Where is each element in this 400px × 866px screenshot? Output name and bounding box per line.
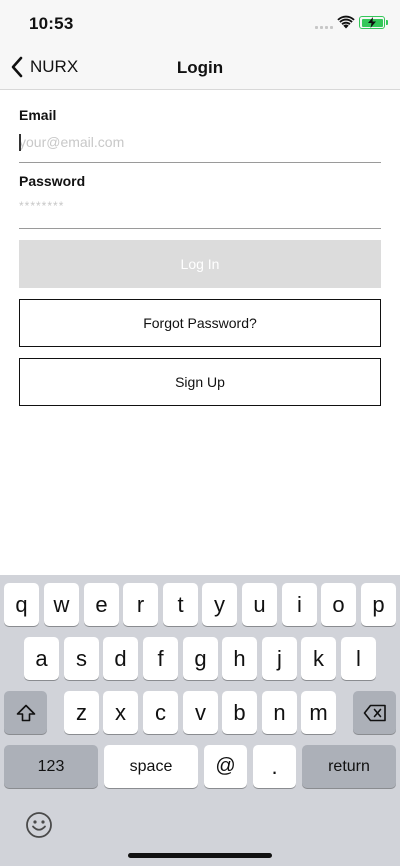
page-title: Login [176, 58, 224, 77]
home-indicator[interactable] [128, 853, 272, 858]
key-c[interactable]: c [143, 691, 178, 734]
key-h[interactable]: h [222, 637, 257, 680]
numbers-key[interactable]: 123 [4, 745, 98, 788]
key-l[interactable]: l [341, 637, 376, 680]
shift-key[interactable] [4, 691, 47, 734]
text-cursor [19, 134, 21, 151]
key-y[interactable]: y [202, 583, 237, 626]
password-label: Password [19, 173, 86, 189]
key-j[interactable]: j [262, 637, 297, 680]
space-key[interactable]: space [104, 745, 198, 788]
email-field[interactable] [19, 129, 381, 155]
key-g[interactable]: g [183, 637, 218, 680]
key-q[interactable]: q [4, 583, 39, 626]
key-n[interactable]: n [262, 691, 297, 734]
email-underline [19, 162, 381, 163]
cellular-signal-icon [315, 26, 333, 29]
status-bar: 10:53 [0, 0, 400, 44]
key-d[interactable]: d [103, 637, 138, 680]
key-r[interactable]: r [123, 583, 158, 626]
key-p[interactable]: p [361, 583, 396, 626]
email-label: Email [19, 107, 57, 123]
key-b[interactable]: b [222, 691, 257, 734]
key-k[interactable]: k [301, 637, 336, 680]
password-field[interactable] [19, 193, 381, 219]
backspace-icon [363, 704, 386, 721]
key-x[interactable]: x [103, 691, 138, 734]
key-o[interactable]: o [321, 583, 356, 626]
key-w[interactable]: w [44, 583, 79, 626]
key-a[interactable]: a [24, 637, 59, 680]
key-s[interactable]: s [64, 637, 99, 680]
password-underline [19, 228, 381, 229]
battery-charging-icon [359, 16, 388, 29]
on-screen-keyboard: q w e r t y u i o p a s d f g h j k l z … [0, 575, 400, 866]
key-t[interactable]: t [163, 583, 198, 626]
login-button[interactable]: Log In [19, 240, 381, 288]
key-v[interactable]: v [183, 691, 218, 734]
sign-up-button[interactable]: Sign Up [19, 358, 381, 406]
key-u[interactable]: u [242, 583, 277, 626]
key-e[interactable]: e [84, 583, 119, 626]
delete-key[interactable] [353, 691, 396, 734]
return-key[interactable]: return [302, 745, 396, 788]
key-i[interactable]: i [282, 583, 317, 626]
key-f[interactable]: f [143, 637, 178, 680]
period-key[interactable]: . [253, 745, 296, 788]
forgot-password-button[interactable]: Forgot Password? [19, 299, 381, 347]
status-time: 10:53 [29, 14, 74, 33]
key-m[interactable]: m [301, 691, 336, 734]
at-key[interactable]: @ [204, 745, 247, 788]
key-z[interactable]: z [64, 691, 99, 734]
wifi-icon [337, 15, 355, 29]
navigation-bar: NURX Login [0, 44, 400, 90]
shift-arrow-icon [16, 704, 35, 721]
emoji-smiley-icon[interactable] [24, 810, 54, 840]
